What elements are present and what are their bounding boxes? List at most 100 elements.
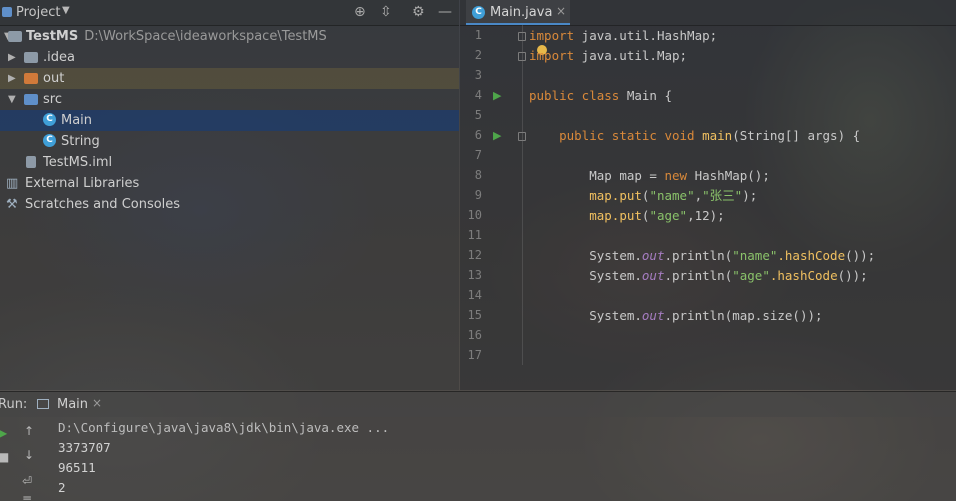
code-text: , — [694, 188, 703, 203]
line-number: 12 — [467, 248, 482, 262]
code-line-15[interactable]: System.out.println(map.size()); — [529, 306, 822, 326]
tree-item-idea[interactable]: ▶ .idea — [0, 47, 459, 68]
code-line-4[interactable]: public class Main { — [529, 86, 672, 106]
tree-item-label: Main — [61, 113, 93, 128]
library-icon: ▥ — [6, 176, 19, 191]
gear-icon[interactable]: ⚙ — [412, 4, 425, 20]
code-method: main — [702, 128, 733, 143]
tree-item-testms-iml[interactable]: TestMS.iml — [0, 152, 459, 173]
tree-item-label: TestMS.iml — [43, 155, 113, 170]
tree-item-label: src — [43, 92, 62, 107]
code-keyword: import — [529, 28, 575, 43]
code-method: map.put — [589, 188, 642, 203]
line-number: 2 — [474, 48, 482, 62]
code-static-field: out — [641, 268, 665, 283]
tab-main-java[interactable]: C Main.java × — [466, 0, 570, 25]
run-class-icon[interactable]: ▶ — [493, 89, 501, 102]
scratches-icon: ⚒ — [6, 197, 18, 212]
close-icon[interactable]: × — [556, 4, 566, 18]
line-number: 7 — [474, 148, 482, 162]
console-output-line: 2 — [58, 480, 66, 495]
line-number: 6 — [474, 128, 482, 142]
code-text: (String[] args) { — [732, 128, 861, 143]
tree-item-string[interactable]: C String — [0, 131, 459, 152]
collapse-icon[interactable]: ⇳ — [380, 4, 392, 20]
code-line-2[interactable]: import java.util.Map; — [529, 46, 687, 66]
project-header: Project ▼ ⊕ ⇳ ⚙ — — [0, 0, 459, 26]
locate-icon[interactable]: ⊕ — [354, 4, 366, 20]
run-main-icon[interactable]: ▶ — [493, 129, 501, 142]
editor-gutter[interactable]: 1 2 3 4 5 6 7 8 9 10 11 12 13 14 15 16 1… — [460, 25, 526, 390]
tree-item-testms[interactable]: ▼ TestMSD:\WorkSpace\ideaworkspace\TestM… — [0, 26, 459, 47]
code-string: "age" — [732, 268, 770, 283]
collapsed-arrow-icon[interactable]: ▶ — [8, 47, 16, 68]
code-line-12[interactable]: System.out.println("name".hashCode()); — [529, 246, 875, 266]
tree-item-src[interactable]: ▼ src — [0, 89, 459, 110]
project-view-icon — [2, 7, 12, 17]
tree-item-main[interactable]: C Main — [0, 110, 459, 131]
code-line-8[interactable]: Map map = new HashMap(); — [529, 166, 770, 186]
tab-label: Main.java — [490, 5, 553, 20]
run-tab-main[interactable]: Main × — [30, 392, 102, 417]
java-class-icon: C — [43, 113, 56, 126]
up-arrow-icon[interactable]: ↑ — [24, 424, 34, 438]
code-text: ,12); — [687, 208, 725, 223]
tree-item-external-libraries[interactable]: ▥ External Libraries — [0, 173, 459, 194]
code-string: "name" — [649, 188, 695, 203]
console-command: D:\Configure\java\java8\jdk\bin\java.exe… — [58, 420, 390, 435]
code-text: java.util.Map; — [574, 48, 688, 63]
rerun-icon[interactable]: ▶ — [0, 426, 7, 440]
code-text: ); — [742, 188, 758, 203]
line-number: 3 — [474, 68, 482, 82]
scroll-end-icon[interactable]: ≡ — [22, 492, 32, 501]
soft-wrap-icon[interactable]: ⏎ — [22, 474, 32, 488]
stop-icon[interactable]: ■ — [0, 450, 9, 464]
collapsed-arrow-icon[interactable]: ▶ — [8, 68, 16, 89]
tree-item-out[interactable]: ▶ out — [0, 68, 459, 89]
code-line-9[interactable]: map.put("name","张三"); — [529, 186, 757, 206]
tree-item-label: String — [61, 134, 100, 149]
code-method: map.put — [589, 208, 642, 223]
line-number: 11 — [467, 228, 482, 242]
close-icon[interactable]: × — [92, 396, 102, 410]
code-text: System. — [589, 248, 642, 263]
chevron-down-icon[interactable]: ▼ — [62, 5, 70, 16]
java-class-icon: C — [43, 134, 56, 147]
down-arrow-icon[interactable]: ↓ — [24, 448, 34, 462]
code-line-13[interactable]: System.out.println("age".hashCode()); — [529, 266, 867, 286]
run-config-icon — [37, 399, 49, 409]
line-number: 14 — [467, 288, 482, 302]
hide-icon[interactable]: — — [438, 4, 452, 20]
code-line-1[interactable]: import java.util.HashMap; — [529, 26, 717, 46]
code-text: Main { — [619, 88, 672, 103]
code-text: ()); — [845, 248, 876, 263]
project-title[interactable]: Project — [16, 5, 60, 20]
run-tool-window: Run: Main × ▶ ↑ ↓ ■ ⏎ ≡ D:\Configure\jav… — [0, 391, 956, 501]
line-number: 8 — [474, 168, 482, 182]
run-label: Run: — [0, 397, 28, 412]
code-static-field: out — [641, 308, 665, 323]
console-output-line: 96511 — [58, 460, 96, 475]
tree-item-label: .idea — [43, 50, 75, 65]
code-text: Map map = — [589, 168, 665, 183]
tree-item-label: TestMS — [26, 29, 79, 44]
ide-window: Project ▼ ⊕ ⇳ ⚙ — ▼ TestMSD:\WorkSpace\i… — [0, 0, 956, 501]
code-keyword: public static void — [559, 128, 695, 143]
source-folder-icon — [24, 94, 38, 105]
expanded-arrow-icon[interactable]: ▼ — [8, 89, 16, 110]
gutter-divider — [522, 25, 523, 365]
code-line-6[interactable]: public static void main(String[] args) { — [529, 126, 860, 146]
code-string: "name" — [732, 248, 778, 263]
tree-item-label: External Libraries — [25, 176, 140, 191]
code-text: .println( — [664, 248, 733, 263]
code-line-10[interactable]: map.put("age",12); — [529, 206, 725, 226]
tree-item-scratches[interactable]: ⚒ Scratches and Consoles — [0, 194, 459, 215]
code-keyword: new — [664, 168, 688, 183]
output-folder-icon — [24, 73, 38, 84]
code-keyword: public class — [529, 88, 620, 103]
code-method: .hashCode — [777, 248, 846, 263]
line-number: 13 — [467, 268, 482, 282]
line-number: 1 — [474, 28, 482, 42]
folder-icon — [24, 52, 38, 63]
line-number: 16 — [467, 328, 482, 342]
